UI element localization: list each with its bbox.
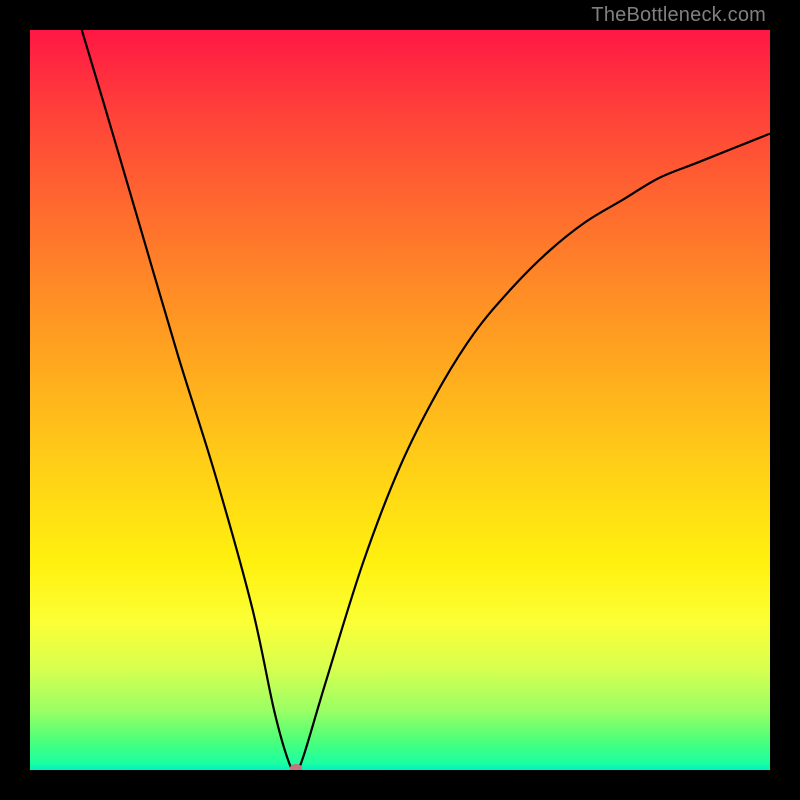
watermark-text: TheBottleneck.com: [591, 4, 766, 27]
plot-area: [30, 30, 770, 770]
chart-frame: TheBottleneck.com: [0, 0, 800, 800]
minimum-marker: [290, 764, 302, 770]
bottleneck-curve: [30, 30, 770, 770]
